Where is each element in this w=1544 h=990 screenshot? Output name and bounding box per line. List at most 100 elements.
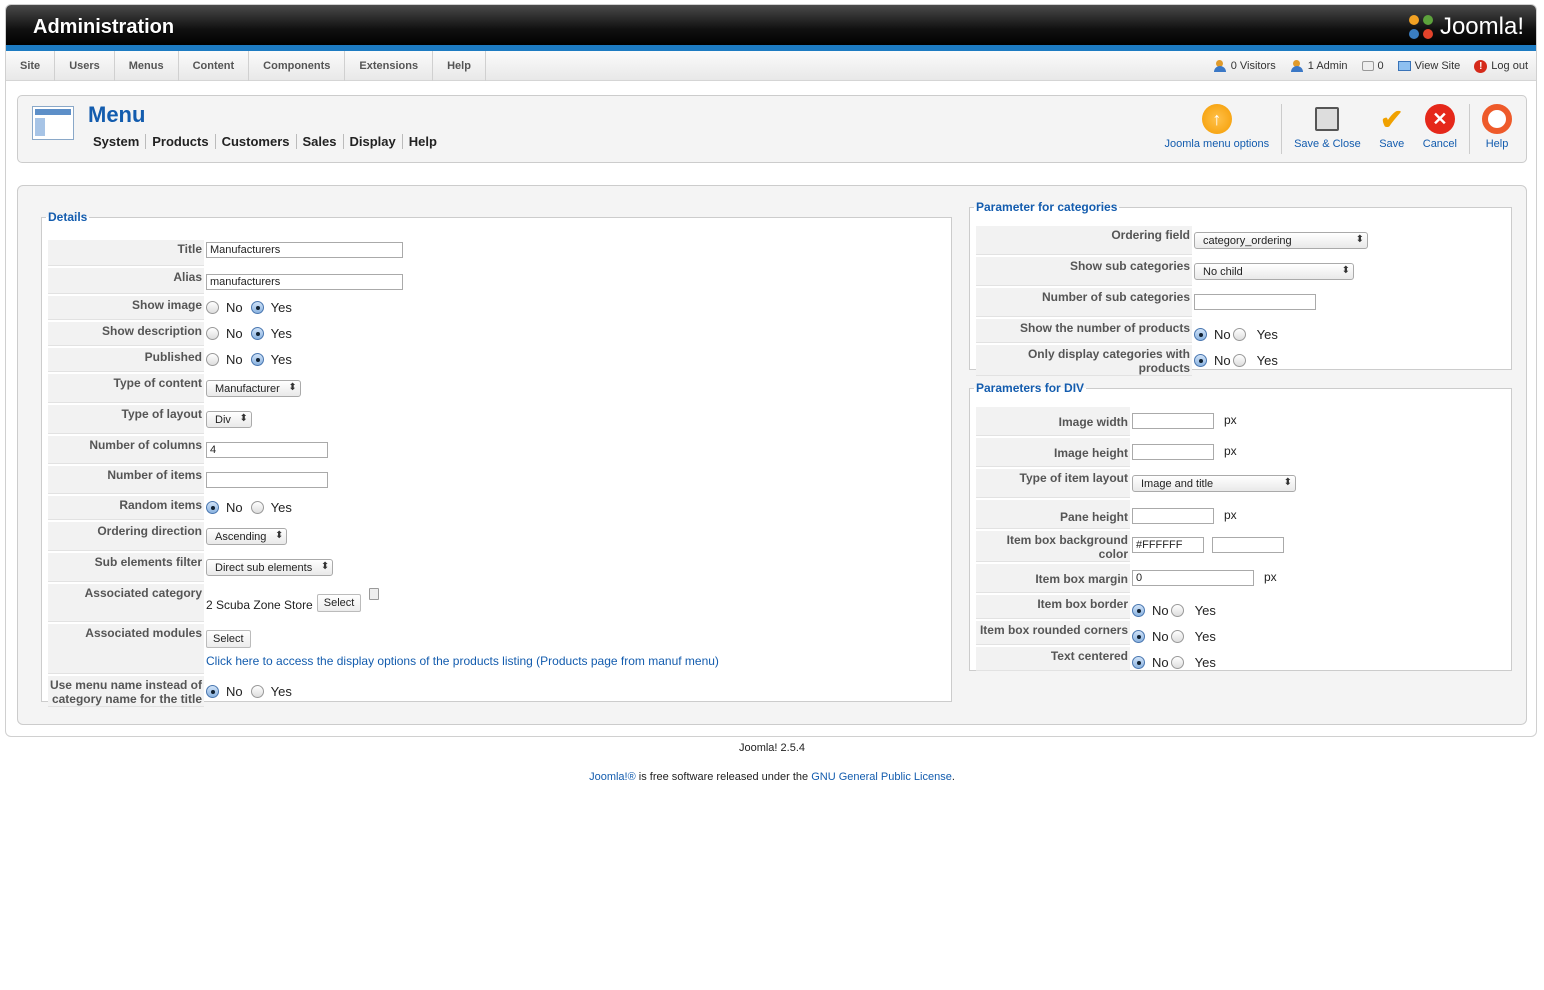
num-items-input[interactable] (206, 472, 328, 488)
show-image-yes-radio[interactable] (250, 300, 264, 314)
joomla-options-button[interactable]: ↑ Joomla menu options (1157, 102, 1278, 156)
rounded-corners-no-radio[interactable] (1132, 629, 1145, 643)
image-height-input[interactable] (1132, 444, 1214, 460)
show-num-products-no-radio[interactable] (1194, 327, 1207, 341)
options-up-arrow-icon: ↑ (1201, 104, 1232, 134)
cancel-x-icon: ✕ (1424, 104, 1455, 134)
random-items-label: Random items (48, 496, 204, 520)
menu-site[interactable]: Site (6, 51, 56, 81)
only-display-yes-radio[interactable] (1232, 353, 1246, 367)
text-centered-no-radio[interactable] (1132, 655, 1145, 669)
associated-category-value: 2 Scuba Zone Store (206, 598, 313, 612)
published-no-radio[interactable] (206, 352, 219, 366)
show-description-radios: No Yes (206, 324, 946, 342)
checkmark-icon: ✔ (1380, 103, 1404, 135)
categories-fieldset: Parameter for categories Ordering field … (969, 200, 1512, 376)
color-preview-swatch[interactable] (1212, 537, 1284, 553)
toolbar-divider (1469, 104, 1470, 154)
text-centered-yes-radio[interactable] (1170, 655, 1184, 669)
logout-link[interactable]: ! Log out (1474, 59, 1528, 73)
view-site-icon (1397, 61, 1411, 71)
admin-shell: Administration Joomla! Site Users Menus … (5, 4, 1537, 737)
show-description-yes-radio[interactable] (250, 326, 264, 340)
box-margin-label: Item box margin (976, 564, 1130, 593)
submenu-products[interactable]: Products (146, 134, 216, 149)
rounded-corners-yes-radio[interactable] (1170, 629, 1184, 643)
menu-menus[interactable]: Menus (115, 51, 179, 81)
use-menu-name-yes-radio[interactable] (250, 684, 264, 698)
admin-icon (1290, 60, 1304, 72)
menu-content[interactable]: Content (179, 51, 250, 81)
cancel-button[interactable]: ✕ Cancel (1415, 102, 1465, 156)
submenu-sales[interactable]: Sales (297, 134, 344, 149)
trash-icon[interactable] (369, 588, 380, 600)
show-description-label: Show description (48, 322, 204, 346)
ordering-direction-label: Ordering direction (48, 522, 204, 551)
num-sub-categories-input[interactable] (1194, 294, 1316, 310)
use-menu-name-no-radio[interactable] (206, 684, 219, 698)
modules-select-button[interactable]: Select (206, 630, 251, 648)
text-centered-radios: No Yes (1132, 653, 1506, 671)
type-layout-select[interactable]: Div (206, 411, 252, 428)
only-display-radios: No Yes (1194, 351, 1506, 369)
category-select-button[interactable]: Select (316, 594, 362, 612)
image-width-input[interactable] (1132, 413, 1214, 429)
box-border-yes-radio[interactable] (1170, 603, 1184, 617)
alias-input[interactable] (206, 274, 403, 290)
random-items-yes-radio[interactable] (250, 500, 264, 514)
help-button[interactable]: Help (1474, 102, 1520, 156)
display-options-link[interactable]: Click here to access the display options… (206, 654, 946, 668)
sub-elements-filter-select[interactable]: Direct sub elements (206, 559, 334, 576)
show-image-no-radio[interactable] (206, 300, 219, 314)
menu-extensions[interactable]: Extensions (345, 51, 434, 81)
published-yes-radio[interactable] (250, 352, 264, 366)
box-border-radios: No Yes (1132, 601, 1506, 619)
header-bar: Administration Joomla! (6, 5, 1536, 51)
view-site-link[interactable]: View Site (1397, 60, 1460, 72)
show-sub-categories-select[interactable]: No child (1194, 263, 1354, 280)
div-params-legend: Parameters for DIV (976, 381, 1085, 395)
image-width-label: Image width (976, 407, 1130, 436)
joomla-link[interactable]: Joomla!® (589, 771, 636, 783)
footer-license: Joomla!® is free software released under… (0, 771, 1544, 783)
box-margin-input[interactable] (1132, 570, 1254, 586)
joomla-logo-text: Joomla! (1439, 13, 1524, 40)
submenu-display[interactable]: Display (344, 134, 403, 149)
menu-help[interactable]: Help (433, 51, 486, 81)
title-input[interactable] (206, 242, 403, 258)
num-columns-input[interactable] (206, 442, 328, 458)
box-bg-color-input[interactable] (1132, 537, 1204, 553)
messages-status[interactable]: 0 (1361, 60, 1384, 72)
save-button[interactable]: ✔ Save (1369, 102, 1415, 156)
logout-icon: ! (1474, 59, 1488, 73)
submenu-system[interactable]: System (88, 134, 147, 149)
menu-users[interactable]: Users (55, 51, 115, 81)
num-items-label: Number of items (48, 466, 204, 494)
show-description-no-radio[interactable] (206, 326, 219, 340)
show-sub-categories-label: Show sub categories (976, 257, 1192, 286)
ordering-direction-select[interactable]: Ascending (206, 528, 288, 545)
use-menu-name-label: Use menu name instead of category name f… (48, 676, 204, 707)
only-display-label: Only display categories with products (976, 345, 1192, 376)
submenu-customers[interactable]: Customers (216, 134, 297, 149)
type-content-select[interactable]: Manufacturer (206, 380, 301, 397)
title-label: Title (48, 240, 204, 266)
random-items-no-radio[interactable] (206, 500, 219, 514)
show-num-products-yes-radio[interactable] (1232, 327, 1246, 341)
visitors-icon (1213, 60, 1227, 72)
item-layout-select[interactable]: Image and title (1132, 475, 1296, 492)
pane-height-input[interactable] (1132, 508, 1214, 524)
box-border-no-radio[interactable] (1132, 603, 1145, 617)
component-submenu: System Products Customers Sales Display … (88, 134, 443, 149)
joomla-logo: Joomla! (1406, 11, 1524, 43)
random-items-radios: No Yes (206, 498, 946, 516)
gpl-link[interactable]: GNU General Public License (811, 771, 952, 783)
show-num-products-label: Show the number of products (976, 319, 1192, 343)
menu-components[interactable]: Components (249, 51, 346, 81)
ordering-field-select[interactable]: category_ordering (1194, 232, 1368, 249)
use-menu-name-radios: No Yes (206, 682, 946, 700)
submenu-help[interactable]: Help (403, 134, 443, 149)
only-display-no-radio[interactable] (1194, 353, 1207, 367)
save-close-button[interactable]: Save & Close (1286, 102, 1369, 156)
box-border-label: Item box border (976, 595, 1130, 619)
